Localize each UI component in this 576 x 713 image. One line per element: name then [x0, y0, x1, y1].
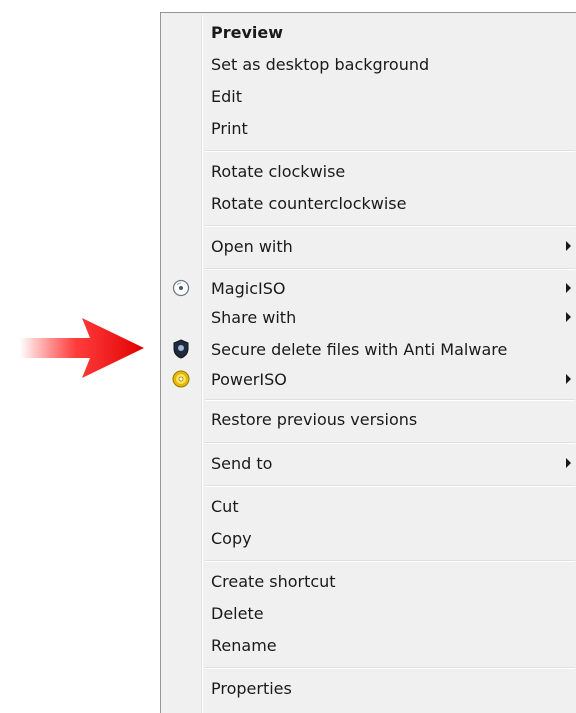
- menu-item-preview[interactable]: Preview: [163, 18, 575, 46]
- menu-item-label: Rotate counterclockwise: [211, 193, 407, 213]
- menu-item-label: Preview: [211, 22, 284, 42]
- menu-separator: [205, 442, 575, 444]
- menu-separator: [205, 225, 575, 227]
- anti-malware-shield-icon: [171, 339, 191, 359]
- menu-item-label: Create shortcut: [211, 571, 336, 591]
- menu-item-label: Rotate clockwise: [211, 161, 346, 181]
- menu-item-open-with[interactable]: Open with: [163, 232, 575, 260]
- menu-item-poweriso[interactable]: PowerISO: [163, 365, 575, 393]
- menu-item-label: Rename: [211, 635, 277, 655]
- menu-separator: [205, 150, 575, 152]
- chevron-right-icon: [566, 374, 571, 384]
- menu-item-create-shortcut[interactable]: Create shortcut: [163, 567, 575, 595]
- menu-item-label: Open with: [211, 236, 293, 256]
- menu-separator: [205, 485, 575, 487]
- menu-item-set-desktop-background[interactable]: Set as desktop background: [163, 50, 575, 78]
- menu-item-edit[interactable]: Edit: [163, 82, 575, 110]
- menu-item-label: Delete: [211, 603, 264, 623]
- menu-item-copy[interactable]: Copy: [163, 524, 575, 552]
- menu-separator: [205, 399, 575, 401]
- menu-item-label: MagicISO: [211, 278, 286, 298]
- menu-separator: [205, 667, 575, 669]
- menu-item-restore-previous-versions[interactable]: Restore previous versions: [163, 405, 575, 433]
- menu-item-label: Print: [211, 118, 248, 138]
- red-arrow-icon: [20, 318, 144, 378]
- menu-item-share-with[interactable]: Share with: [163, 303, 575, 331]
- menu-item-label: PowerISO: [211, 369, 287, 389]
- menu-item-rename[interactable]: Rename: [163, 631, 575, 659]
- menu-separator: [205, 268, 575, 270]
- menu-item-label: Properties: [211, 678, 292, 698]
- menu-separator: [205, 560, 575, 562]
- menu-item-label: Secure delete files with Anti Malware: [211, 339, 508, 359]
- chevron-right-icon: [566, 312, 571, 322]
- menu-item-secure-delete[interactable]: Secure delete files with Anti Malware: [163, 335, 575, 363]
- chevron-right-icon: [566, 241, 571, 251]
- menu-item-cut[interactable]: Cut: [163, 492, 575, 520]
- context-menu: Preview Set as desktop background Edit P…: [160, 12, 576, 713]
- menu-item-label: Set as desktop background: [211, 54, 430, 74]
- menu-item-label: Share with: [211, 307, 297, 327]
- magiciso-disc-icon: [171, 278, 191, 298]
- menu-item-label: Edit: [211, 86, 242, 106]
- chevron-right-icon: [566, 283, 571, 293]
- menu-item-label: Copy: [211, 528, 252, 548]
- menu-item-rotate-counterclockwise[interactable]: Rotate counterclockwise: [163, 189, 575, 217]
- menu-item-magiciso[interactable]: MagicISO: [163, 274, 575, 302]
- chevron-right-icon: [566, 458, 571, 468]
- menu-item-label: Restore previous versions: [211, 409, 418, 429]
- menu-item-rotate-clockwise[interactable]: Rotate clockwise: [163, 157, 575, 185]
- poweriso-disc-icon: [171, 369, 191, 389]
- menu-item-label: Cut: [211, 496, 239, 516]
- menu-item-print[interactable]: Print: [163, 114, 575, 142]
- menu-item-label: Send to: [211, 453, 273, 473]
- menu-item-send-to[interactable]: Send to: [163, 449, 575, 477]
- menu-item-delete[interactable]: Delete: [163, 599, 575, 627]
